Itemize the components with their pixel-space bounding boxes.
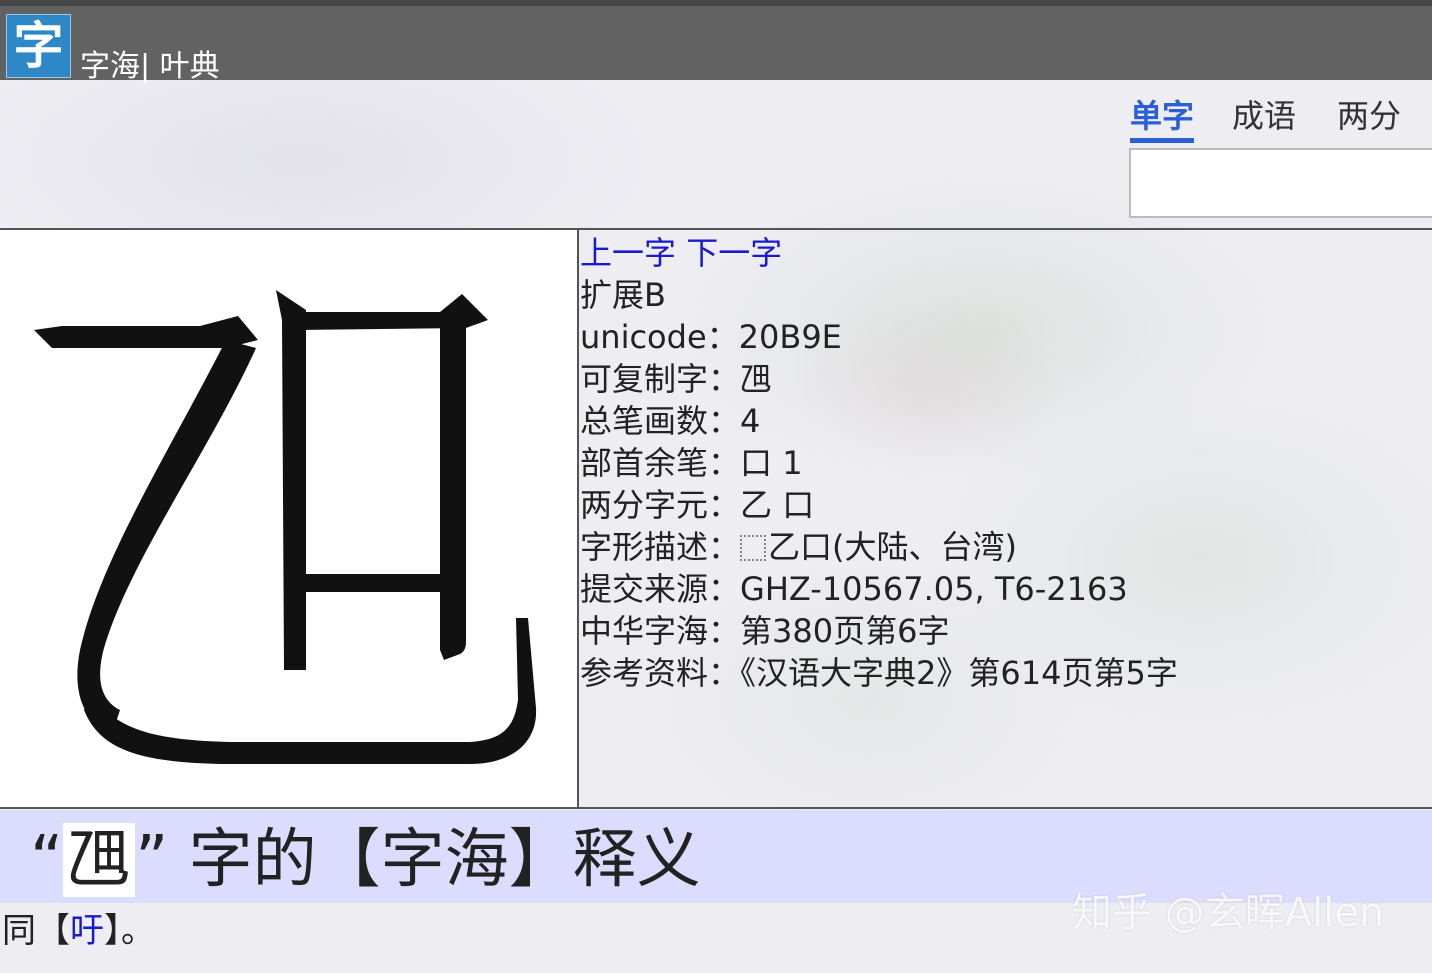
- unicode-row: unicode：20B9E: [580, 316, 1432, 358]
- search-tabs: 单字 成语 两分: [1128, 94, 1432, 144]
- copyable-label: 可复制字：: [580, 360, 741, 398]
- heading-quote-close: ”: [135, 823, 169, 897]
- components-row: 两分字元：乙 口: [580, 484, 1432, 526]
- prev-char-link[interactable]: 上一字: [580, 234, 676, 272]
- ids-label: 字形描述：: [580, 528, 741, 566]
- strokes-label: 总笔画数：: [580, 402, 741, 440]
- divider-vertical: [577, 230, 579, 808]
- divider-middle: [0, 807, 1432, 809]
- next-char-link[interactable]: 下一字: [686, 234, 782, 272]
- strokes-value: 4: [740, 402, 761, 440]
- definition-text: 同【吁】。: [2, 906, 155, 956]
- search-input[interactable]: [1129, 148, 1432, 218]
- reference-row: 参考资料：《汉语大字典2》第614页第5字: [580, 652, 1432, 694]
- definition-link[interactable]: 吁: [70, 911, 104, 951]
- ids-operator-icon: [740, 535, 767, 561]
- unicode-block: 扩展B: [580, 276, 666, 314]
- source-label: 提交来源：: [580, 570, 741, 608]
- site-logo[interactable]: 字: [6, 14, 71, 78]
- definition-heading: “乪” 字的【字海】释义: [30, 815, 701, 905]
- zhonghua-row: 中华字海：第380页第6字: [580, 610, 1432, 652]
- heading-text: 字的【字海】释义: [168, 823, 701, 897]
- heading-quote-open: “: [30, 823, 64, 897]
- tab-components[interactable]: 两分: [1337, 94, 1401, 138]
- radical-label: 部首余笔：: [580, 444, 741, 482]
- unicode-value: 20B9E: [738, 318, 842, 356]
- top-bar: 字 字海| 叶典: [0, 0, 1432, 84]
- zhonghua-value: 第380页第6字: [740, 612, 950, 650]
- watermark: 知乎 @玄晖Allen: [1072, 890, 1385, 936]
- definition-prefix: 同【: [2, 911, 70, 951]
- character-info: 上一字 下一字 扩展B unicode：20B9E 可复制字：乪 总笔画数：4 …: [580, 232, 1432, 694]
- source-row: 提交来源：GHZ-10567.05, T6-2163: [580, 568, 1432, 610]
- zhonghua-label: 中华字海：: [580, 612, 741, 650]
- site-name[interactable]: 字海| 叶典: [80, 50, 220, 84]
- reference-label: 参考资料：: [580, 654, 741, 692]
- ids-row: 字形描述： 乙口(大陆、台湾): [580, 526, 1432, 568]
- glyph-image: [0, 230, 578, 808]
- glyph-drawing: [34, 290, 537, 764]
- radical-value: 口 1: [740, 444, 803, 482]
- reference-value: 《汉语大字典2》第614页第5字: [740, 654, 1178, 692]
- heading-char: 乪: [63, 823, 136, 897]
- definition-suffix: 】。: [104, 911, 155, 951]
- strokes-row: 总笔画数：4: [580, 400, 1432, 442]
- radical-row: 部首余笔：口 1: [580, 442, 1432, 484]
- components-value: 乙 口: [740, 486, 815, 524]
- components-label: 两分字元：: [580, 486, 741, 524]
- source-value: GHZ-10567.05, T6-2163: [740, 570, 1128, 608]
- ids-value: 乙口(大陆、台湾): [768, 528, 1017, 566]
- nav-links-row: 上一字 下一字: [580, 232, 1432, 274]
- copyable-row: 可复制字：乪: [580, 358, 1432, 400]
- unicode-label: unicode：: [580, 318, 739, 356]
- tab-single-char[interactable]: 单字: [1130, 94, 1195, 143]
- copyable-value[interactable]: 乪: [740, 360, 772, 398]
- tab-idioms[interactable]: 成语: [1232, 94, 1296, 138]
